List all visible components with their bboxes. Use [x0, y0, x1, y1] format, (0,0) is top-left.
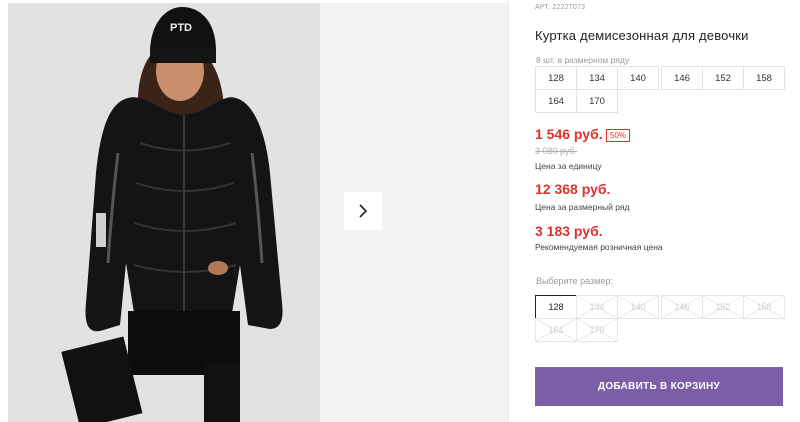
size-option-164[interactable]: 164 — [535, 318, 577, 342]
product-photo[interactable]: PTD — [8, 3, 320, 422]
size-option-128[interactable]: 128 — [535, 295, 577, 319]
range-caption: 8 шт. в размерном ряду — [536, 55, 630, 65]
size-option-134[interactable]: 134 — [576, 295, 618, 319]
size-range-cell: 158 — [743, 66, 785, 90]
unit-price: 1 546 руб. — [535, 126, 603, 142]
size-range-cell: 170 — [576, 89, 618, 113]
unit-price-label: Цена за единицу — [535, 161, 602, 171]
discount-badge: 50% — [606, 129, 631, 142]
size-range-cell: 134 — [576, 66, 618, 90]
size-range-cell: 140 — [617, 66, 659, 90]
product-photo-illustration: PTD — [8, 3, 320, 422]
size-range-cell: 152 — [702, 66, 744, 90]
size-option-152[interactable]: 152 — [702, 295, 744, 319]
size-option-170[interactable]: 170 — [576, 318, 618, 342]
range-price: 12 368 руб. — [535, 181, 611, 197]
chevron-right-icon — [359, 204, 368, 218]
size-option-146[interactable]: 146 — [661, 295, 703, 319]
article-number: АРТ. 22227073 — [535, 4, 586, 11]
size-option-140[interactable]: 140 — [617, 295, 659, 319]
choose-size-label: Выберите размер: — [536, 276, 613, 286]
product-gallery: PTD — [0, 0, 508, 422]
product-title: Куртка демисезонная для девочки — [535, 28, 749, 43]
hat-logo: PTD — [170, 22, 192, 34]
retail-price-label: Рекомендуемая розничная цена — [535, 242, 663, 252]
retail-price: 3 183 руб. — [535, 223, 603, 239]
column-divider — [508, 0, 509, 422]
size-range-cell: 146 — [661, 66, 703, 90]
add-to-cart-button[interactable]: ДОБАВИТЬ В КОРЗИНУ — [535, 367, 783, 406]
size-range-cell: 164 — [535, 89, 577, 113]
range-price-label: Цена за размерный ряд — [535, 202, 630, 212]
size-option-158[interactable]: 158 — [743, 295, 785, 319]
old-price: 3 080 руб. — [535, 146, 578, 156]
size-range-cell: 128 — [535, 66, 577, 90]
gallery-next-button[interactable] — [344, 192, 382, 230]
